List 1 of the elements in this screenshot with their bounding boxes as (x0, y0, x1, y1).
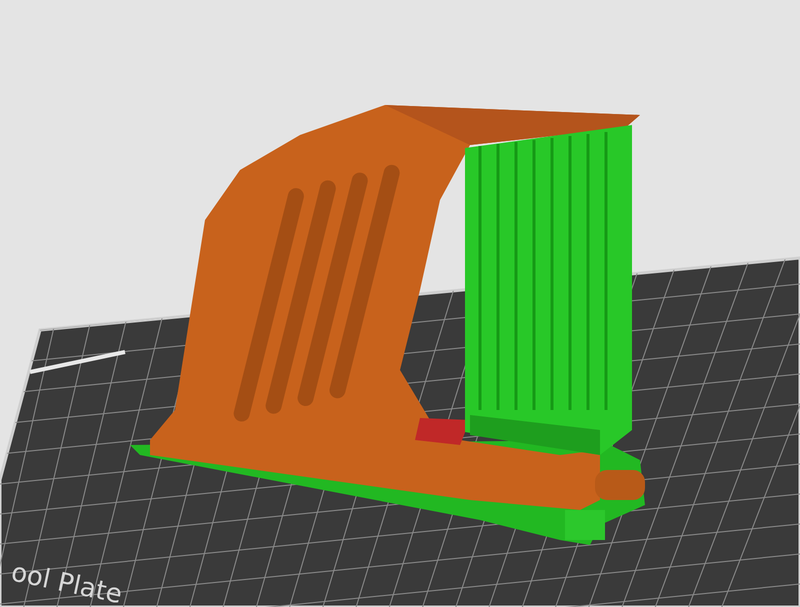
plate-label: ool Plate (8, 558, 125, 607)
